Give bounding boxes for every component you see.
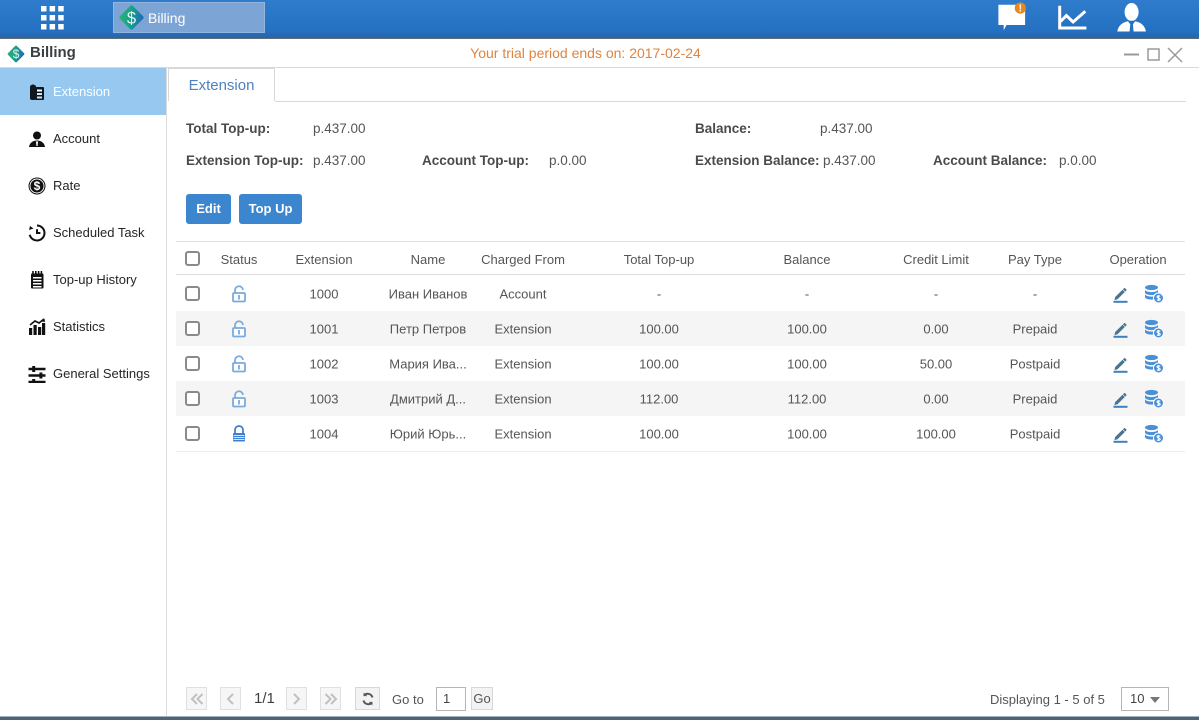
svg-text:$: $ [127,10,136,28]
svg-text:$: $ [34,179,41,193]
svg-text:!: ! [1019,4,1022,15]
